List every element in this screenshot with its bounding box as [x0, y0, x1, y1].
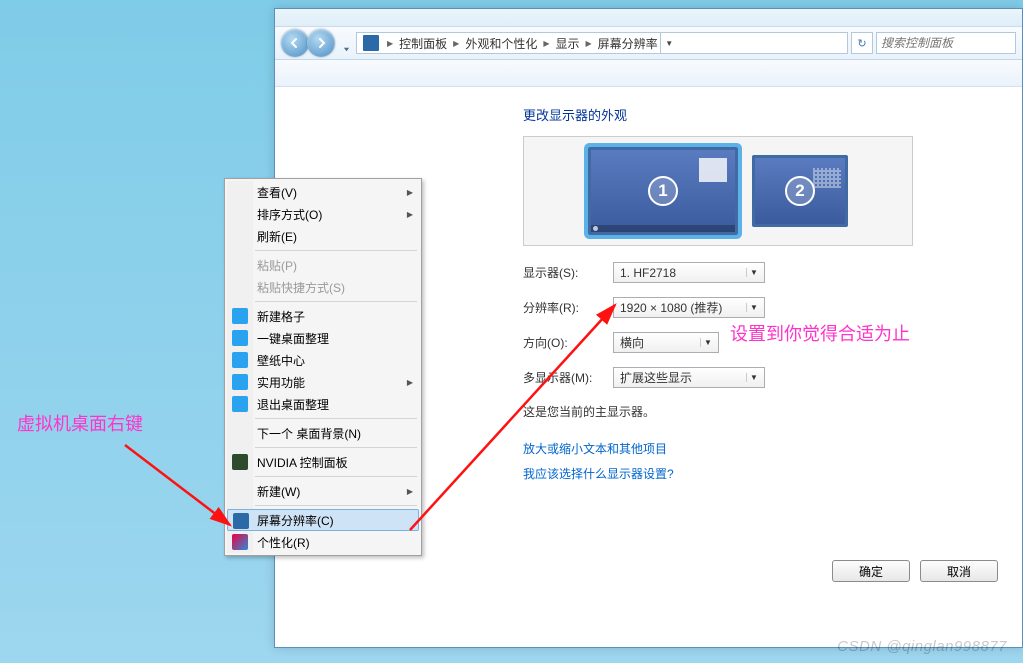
command-toolbar — [275, 60, 1022, 87]
monitor-thumb-icon — [699, 158, 727, 182]
multi-display-field-row: 多显示器(M): 扩展这些显示 ▼ — [523, 367, 992, 388]
monitor-1[interactable]: 1 — [588, 147, 738, 235]
exit-icon — [232, 396, 248, 412]
resolution-value: 1920 × 1080 (推荐) — [620, 299, 722, 316]
monitor-number: 1 — [648, 176, 678, 206]
personalize-icon — [232, 534, 248, 550]
ctx-view[interactable]: 查看(V)▶ — [227, 181, 419, 203]
submenu-arrow-icon: ▶ — [407, 378, 413, 387]
multi-display-combobox[interactable]: 扩展这些显示 ▼ — [613, 367, 765, 388]
primary-display-note: 这是您当前的主显示器。 — [523, 403, 992, 420]
breadcrumb-item[interactable]: 屏幕分辨率 — [596, 35, 660, 52]
breadcrumb[interactable]: ▶ 控制面板 ▶ 外观和个性化 ▶ 显示 ▶ 屏幕分辨率 ▼ — [356, 32, 848, 54]
monitor-number: 2 — [785, 176, 815, 206]
chevron-down-icon: ▼ — [746, 373, 761, 382]
annotation-vm-rightclick: 虚拟机桌面右键 — [17, 410, 143, 436]
breadcrumb-dropdown-icon[interactable]: ▼ — [660, 33, 678, 53]
ctx-one-key[interactable]: 一键桌面整理 — [227, 327, 419, 349]
which-display-link[interactable]: 我应该选择什么显示器设置? — [523, 465, 674, 482]
monitor-preview[interactable]: 1 2 — [523, 136, 913, 246]
desktop-context-menu: 查看(V)▶ 排序方式(O)▶ 刷新(E) 粘贴(P) 粘贴快捷方式(S) 新建… — [224, 178, 422, 556]
cancel-button[interactable]: 取消 — [920, 560, 998, 582]
multi-label: 多显示器(M): — [523, 369, 613, 386]
display-combobox[interactable]: 1. HF2718 ▼ — [613, 262, 765, 283]
orientation-label: 方向(O): — [523, 334, 613, 351]
list-icon — [232, 374, 248, 390]
nav-toolbar: ▶ 控制面板 ▶ 外观和个性化 ▶ 显示 ▶ 屏幕分辨率 ▼ ↻ — [275, 27, 1022, 60]
plus-icon — [232, 308, 248, 324]
display-value: 1. HF2718 — [620, 266, 676, 280]
grid-icon — [232, 330, 248, 346]
submenu-arrow-icon: ▶ — [407, 188, 413, 197]
submenu-arrow-icon: ▶ — [407, 487, 413, 496]
monitor-2[interactable]: 2 — [752, 155, 848, 227]
ctx-paste-shortcut: 粘贴快捷方式(S) — [227, 276, 419, 298]
chevron-down-icon: ▼ — [746, 268, 761, 277]
breadcrumb-icon — [363, 35, 379, 51]
ctx-personalize[interactable]: 个性化(R) — [227, 531, 419, 553]
monitor-grid-icon — [813, 168, 841, 188]
ctx-next-bg[interactable]: 下一个 桌面背景(N) — [227, 422, 419, 444]
breadcrumb-item[interactable]: 显示 — [554, 35, 582, 52]
ctx-utility[interactable]: 实用功能▶ — [227, 371, 419, 393]
window-titlebar — [275, 9, 1022, 27]
multi-value: 扩展这些显示 — [620, 369, 692, 386]
ctx-wallpaper[interactable]: 壁纸中心 — [227, 349, 419, 371]
ctx-screen-resolution[interactable]: 屏幕分辨率(C) — [227, 509, 419, 531]
resolution-combobox[interactable]: 1920 × 1080 (推荐) ▼ — [613, 297, 765, 318]
image-icon — [232, 352, 248, 368]
orientation-combobox[interactable]: 横向 ▼ — [613, 332, 719, 353]
orientation-value: 横向 — [620, 334, 644, 351]
scale-text-link[interactable]: 放大或缩小文本和其他项目 — [523, 440, 667, 457]
taskbar-icon — [591, 225, 735, 232]
ctx-new-grid[interactable]: 新建格子 — [227, 305, 419, 327]
history-dropdown-icon[interactable] — [343, 40, 350, 47]
chevron-down-icon: ▼ — [746, 303, 761, 312]
chevron-down-icon: ▼ — [700, 338, 715, 347]
ctx-refresh[interactable]: 刷新(E) — [227, 225, 419, 247]
ctx-nvidia[interactable]: NVIDIA 控制面板 — [227, 451, 419, 473]
page-title: 更改显示器的外观 — [523, 105, 992, 124]
watermark: CSDN @qinglan998877 — [837, 638, 1007, 655]
display-field-row: 显示器(S): 1. HF2718 ▼ — [523, 262, 992, 283]
annotation-adjust: 设置到你觉得合适为止 — [730, 320, 910, 346]
monitor-icon — [233, 513, 249, 529]
forward-button[interactable] — [307, 29, 335, 57]
breadcrumb-item[interactable]: 控制面板 — [397, 35, 449, 52]
nvidia-icon — [232, 454, 248, 470]
ctx-exit-tidy[interactable]: 退出桌面整理 — [227, 393, 419, 415]
ctx-new[interactable]: 新建(W)▶ — [227, 480, 419, 502]
back-button[interactable] — [281, 29, 309, 57]
refresh-button[interactable]: ↻ — [851, 32, 873, 54]
ok-button[interactable]: 确定 — [832, 560, 910, 582]
submenu-arrow-icon: ▶ — [407, 210, 413, 219]
resolution-label: 分辨率(R): — [523, 299, 613, 316]
search-input[interactable] — [876, 32, 1016, 54]
ctx-paste: 粘贴(P) — [227, 254, 419, 276]
ctx-sort[interactable]: 排序方式(O)▶ — [227, 203, 419, 225]
search-field[interactable] — [881, 36, 1011, 50]
display-label: 显示器(S): — [523, 264, 613, 281]
breadcrumb-item[interactable]: 外观和个性化 — [463, 35, 539, 52]
resolution-field-row: 分辨率(R): 1920 × 1080 (推荐) ▼ — [523, 297, 992, 318]
